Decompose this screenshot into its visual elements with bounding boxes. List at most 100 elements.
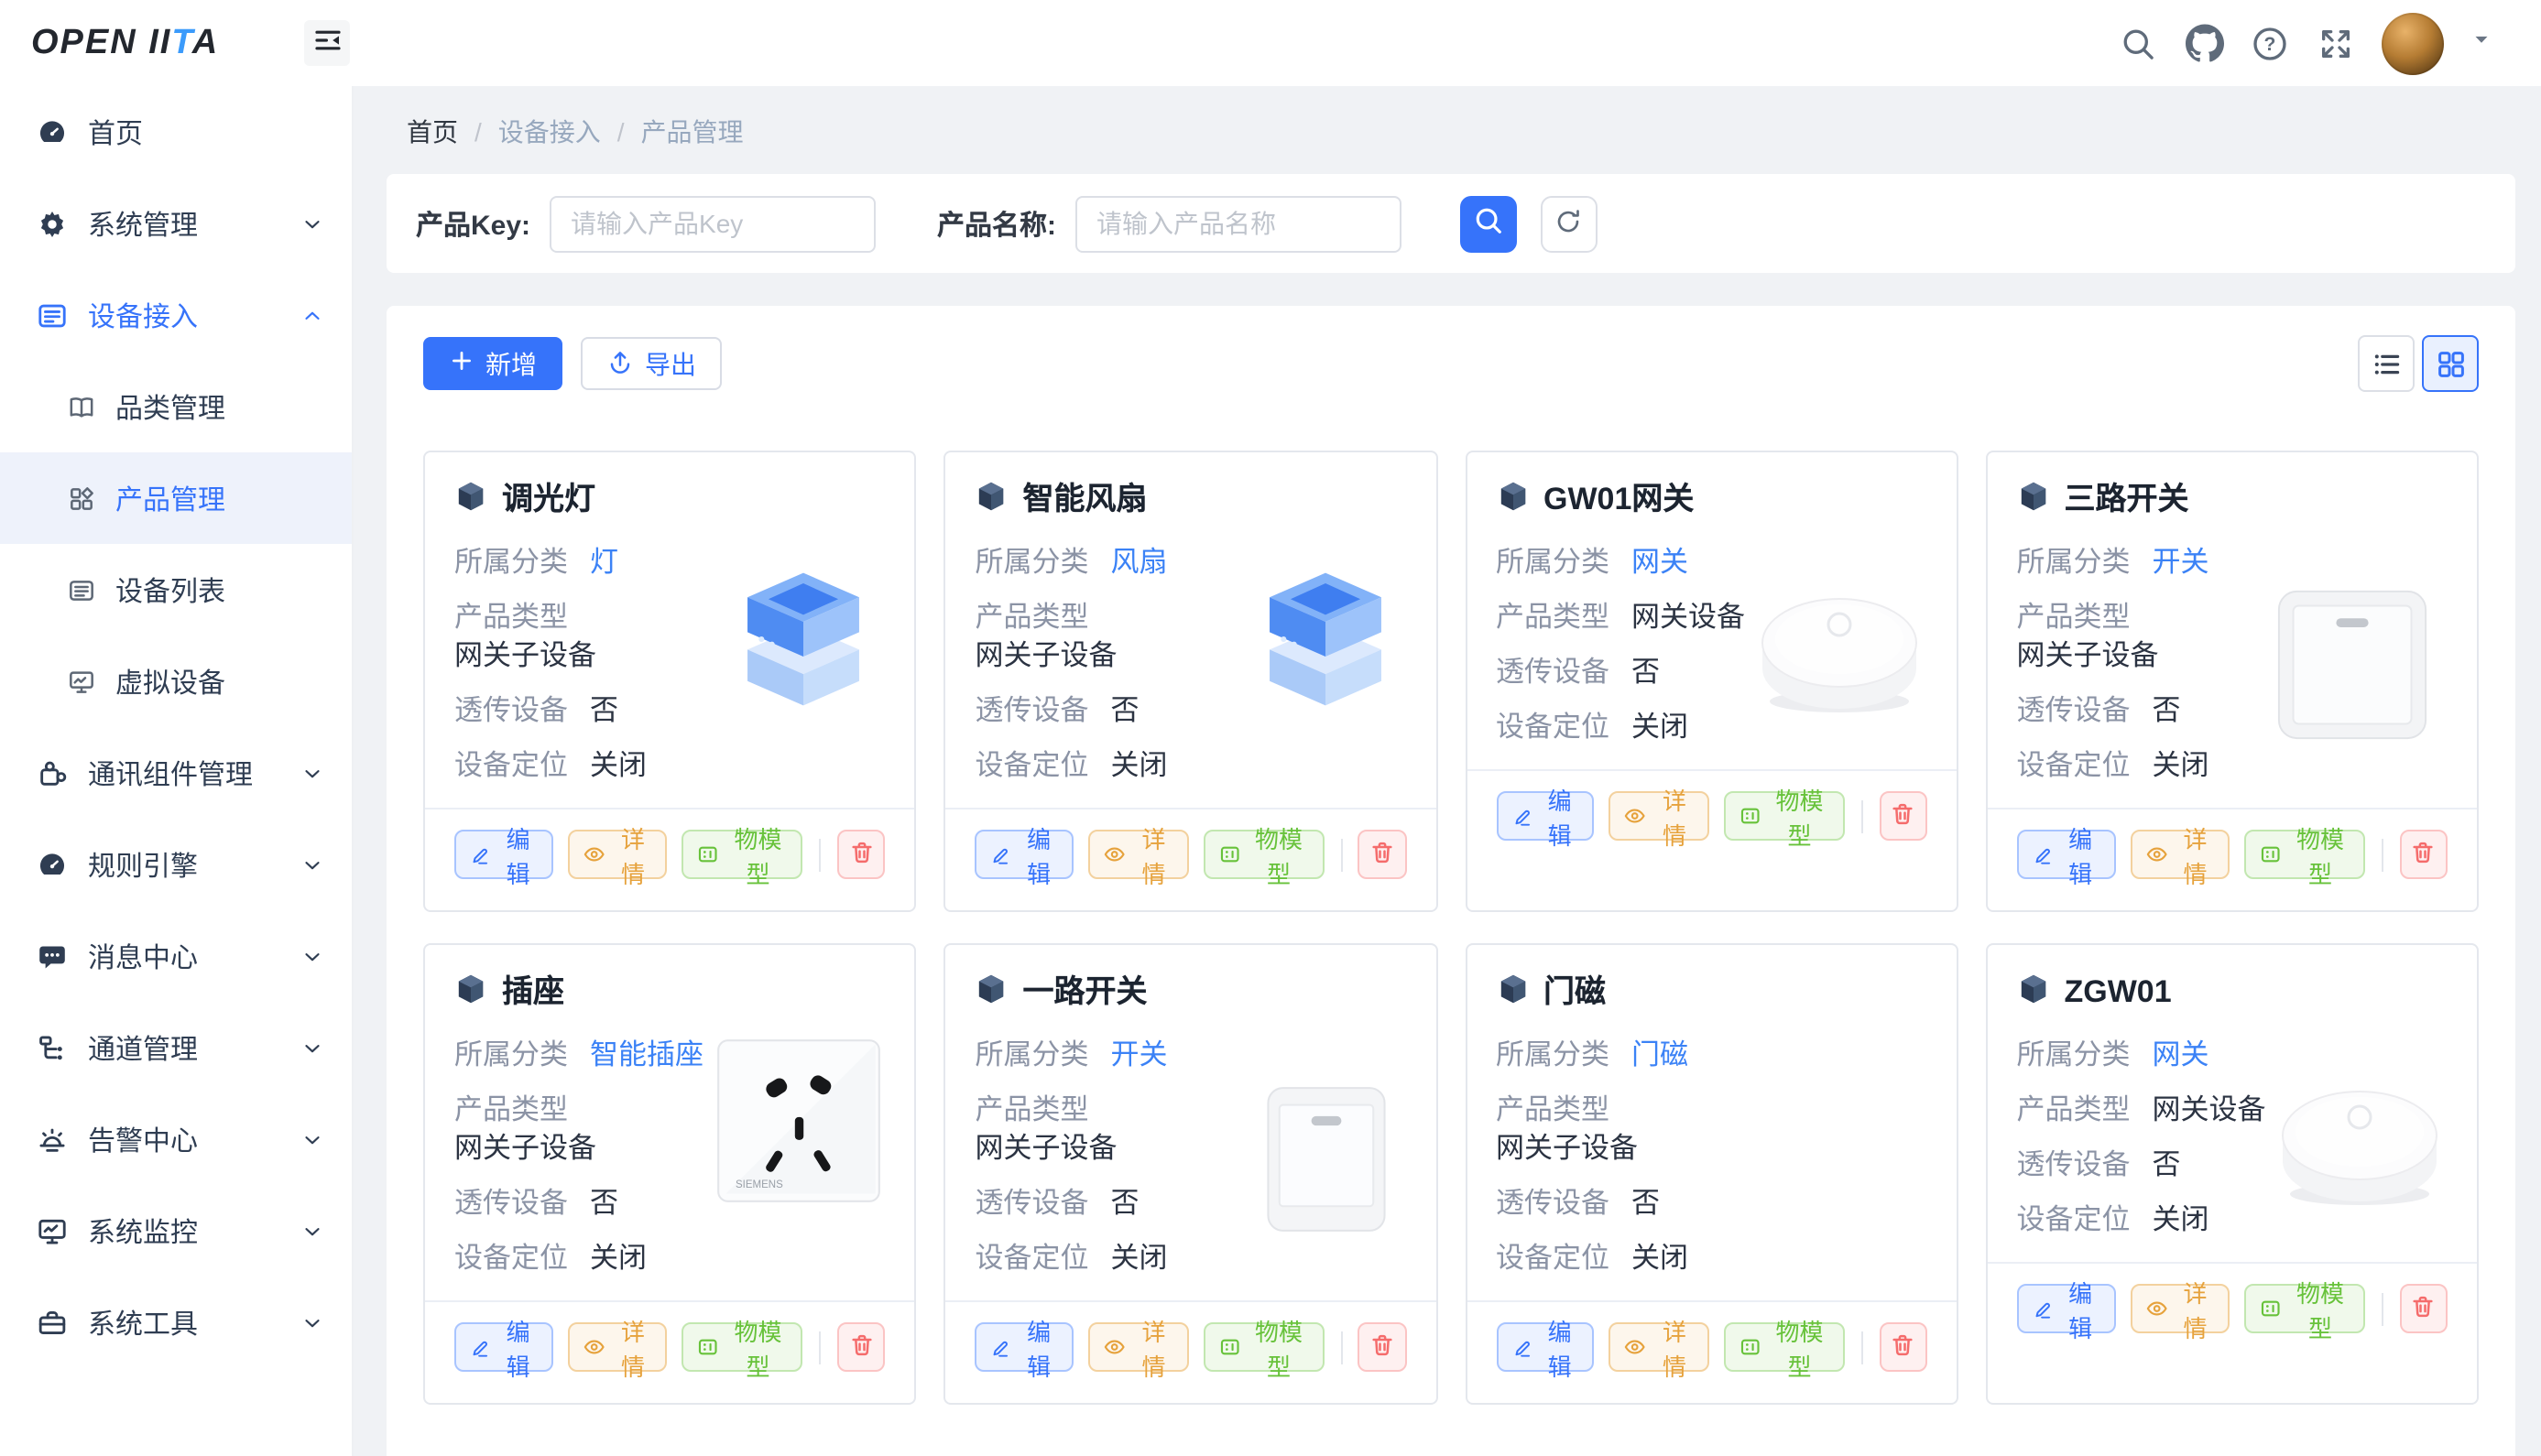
sidebar-item-2-child-0[interactable]: 品类管理 [0, 361, 352, 452]
sidebar-item-9[interactable]: 系统工具 [0, 1277, 352, 1368]
positioning-value: 关闭 [2153, 1201, 2209, 1240]
detail-button[interactable]: 详情 [1088, 830, 1188, 879]
detail-button[interactable]: 详情 [1088, 1322, 1188, 1372]
sidebar-item-3[interactable]: 通讯组件管理 [0, 727, 352, 819]
edit-button[interactable]: 编辑 [454, 1322, 553, 1372]
delete-button[interactable] [837, 1322, 885, 1372]
product-category-link[interactable]: 灯 [590, 544, 618, 582]
model-button[interactable]: 物模型 [682, 830, 803, 879]
delete-button[interactable] [2400, 1284, 2448, 1333]
product-category-link[interactable]: 风扇 [1111, 544, 1168, 582]
sidebar-item-label: 通道管理 [88, 1028, 198, 1067]
product-type-label: 产品类型 [976, 599, 1089, 637]
edit-button[interactable]: 编辑 [454, 830, 553, 879]
device-access-icon [37, 299, 68, 331]
delete-button[interactable] [837, 830, 885, 879]
model-button[interactable]: 物模型 [1724, 791, 1845, 841]
message-icon [37, 940, 68, 972]
product-type-value: 网关子设备 [454, 1130, 757, 1168]
product-category-link[interactable]: 开关 [2153, 544, 2209, 582]
button-divider [1861, 1331, 1863, 1364]
product-image-gateway-round [2264, 1066, 2455, 1225]
breadcrumb-separator: / [474, 117, 482, 147]
delete-button[interactable] [1358, 830, 1406, 879]
edit-button[interactable]: 编辑 [2017, 830, 2116, 879]
product-category-link[interactable]: 开关 [1111, 1037, 1168, 1075]
chevron-down-icon[interactable] [2470, 27, 2493, 60]
product-category-link[interactable]: 网关 [1631, 544, 1688, 582]
header-actions: ? [2118, 12, 2541, 74]
edit-button[interactable]: 编辑 [1496, 1322, 1595, 1372]
trash-icon [1369, 1331, 1396, 1364]
sidebar-nav: 首页系统管理设备接入品类管理产品管理设备列表虚拟设备通讯组件管理规则引擎消息中心… [0, 86, 354, 1456]
button-divider [2382, 1292, 2383, 1325]
logo-text-2: A [192, 23, 219, 61]
delete-button[interactable] [2400, 830, 2448, 879]
delete-button[interactable] [1358, 1322, 1406, 1372]
help-icon[interactable]: ? [2250, 23, 2290, 63]
product-key-input[interactable] [549, 195, 875, 252]
sidebar-item-label: 系统监控 [88, 1212, 198, 1250]
delete-button[interactable] [1879, 791, 1926, 841]
category-label: 所属分类 [976, 1037, 1089, 1075]
sidebar-item-8[interactable]: 系统监控 [0, 1185, 352, 1277]
sidebar-item-2[interactable]: 设备接入 [0, 269, 352, 361]
edit-button[interactable]: 编辑 [976, 830, 1074, 879]
search-button[interactable] [1459, 195, 1516, 252]
puzzle-icon [37, 757, 68, 788]
sidebar-item-7[interactable]: 告警中心 [0, 1093, 352, 1185]
breadcrumb-home[interactable]: 首页 [407, 114, 458, 150]
model-button[interactable]: 物模型 [2244, 830, 2365, 879]
sidebar-collapse-button[interactable] [304, 20, 350, 66]
sidebar-item-1[interactable]: 系统管理 [0, 178, 352, 269]
grid-icon [68, 484, 95, 512]
product-category-link[interactable]: 门磁 [1631, 1037, 1688, 1075]
product-name-input[interactable] [1074, 195, 1401, 252]
passthrough-value: 否 [2153, 1146, 2181, 1185]
product-category-link[interactable]: 智能插座 [590, 1037, 703, 1075]
model-button[interactable]: 物模型 [682, 1322, 803, 1372]
positioning-value: 关闭 [2153, 747, 2209, 786]
product-card-2: GW01网关 所属分类网关 产品类型网关设备 透传设备否 设备定位关闭 编辑 详… [1465, 451, 1958, 912]
sidebar-item-2-child-3[interactable]: 虚拟设备 [0, 636, 352, 727]
model-button[interactable]: 物模型 [1203, 1322, 1324, 1372]
product-cube-icon [1496, 972, 1529, 1014]
sidebar-item-0[interactable]: 首页 [0, 86, 352, 178]
refresh-button[interactable] [1540, 195, 1597, 252]
detail-button[interactable]: 详情 [2130, 1284, 2230, 1333]
sidebar-item-2-child-1[interactable]: 产品管理 [0, 452, 352, 544]
upload-icon [606, 347, 634, 380]
model-button[interactable]: 物模型 [1724, 1322, 1845, 1372]
sidebar-item-4[interactable]: 规则引擎 [0, 819, 352, 910]
fullscreen-icon[interactable] [2316, 23, 2356, 63]
detail-button[interactable]: 详情 [1609, 1322, 1709, 1372]
monitor-icon [37, 1215, 68, 1246]
button-divider [2382, 838, 2383, 871]
edit-button[interactable]: 编辑 [976, 1322, 1074, 1372]
sidebar-item-6[interactable]: 通道管理 [0, 1002, 352, 1093]
github-icon[interactable] [2184, 23, 2224, 63]
detail-button[interactable]: 详情 [1609, 791, 1709, 841]
export-button[interactable]: 导出 [581, 337, 722, 390]
passthrough-label: 透传设备 [1496, 1185, 1609, 1223]
sidebar-item-2-child-2[interactable]: 设备列表 [0, 544, 352, 636]
delete-button[interactable] [1879, 1322, 1926, 1372]
passthrough-label: 透传设备 [976, 1185, 1089, 1223]
add-button[interactable]: 新增 [423, 337, 562, 390]
edit-button[interactable]: 编辑 [2017, 1284, 2116, 1333]
detail-button[interactable]: 详情 [2130, 830, 2230, 879]
list-view-button[interactable] [2358, 335, 2415, 392]
model-button[interactable]: 物模型 [2244, 1284, 2365, 1333]
product-category-link[interactable]: 网关 [2153, 1037, 2209, 1075]
model-button[interactable]: 物模型 [1203, 830, 1324, 879]
search-icon[interactable] [2118, 23, 2158, 63]
sidebar-item-label: 设备列表 [115, 570, 225, 609]
sidebar-item-5[interactable]: 消息中心 [0, 910, 352, 1002]
sidebar-item-label: 系统管理 [88, 204, 198, 243]
edit-button[interactable]: 编辑 [1496, 791, 1595, 841]
user-avatar[interactable] [2382, 12, 2444, 74]
detail-button[interactable]: 详情 [568, 1322, 668, 1372]
product-type-value: 网关子设备 [976, 1130, 1278, 1168]
grid-view-button[interactable] [2422, 335, 2479, 392]
detail-button[interactable]: 详情 [568, 830, 668, 879]
